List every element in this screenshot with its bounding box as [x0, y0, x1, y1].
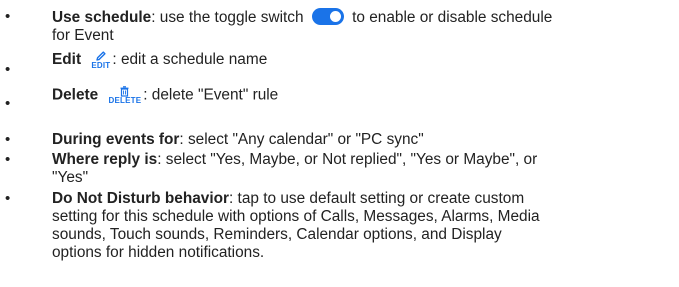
- bullet-list: • Use schedule: use the toggle switch to…: [0, 0, 679, 287]
- bullet: •: [5, 8, 11, 25]
- term-where-reply: Where reply is: [52, 151, 158, 168]
- term-use-schedule: Use schedule: [52, 9, 152, 26]
- item-text: Delete DELETE : delete "Event" rule: [52, 86, 672, 105]
- desc-where-reply-line2: "Yes": [52, 169, 89, 186]
- desc-edit: : edit a schedule name: [112, 51, 268, 69]
- bullet: •: [5, 190, 11, 207]
- term-edit: Edit: [52, 51, 82, 69]
- item-text: Where reply is: select "Yes, Maybe, or N…: [52, 151, 672, 187]
- item-text: Use schedule: use the toggle switch to e…: [52, 8, 672, 45]
- item-text: Edit EDIT : edit a schedule name: [52, 50, 672, 70]
- desc-during-events: : select "Any calendar" or "PC sync": [179, 131, 424, 148]
- term-during-events: During events for: [52, 131, 180, 148]
- edit-caption: EDIT: [91, 61, 111, 70]
- delete-caption: DELETE: [108, 96, 142, 105]
- bullet: •: [5, 151, 11, 168]
- desc-where-reply: : select "Yes, Maybe, or Not replied", "…: [157, 151, 538, 168]
- toggle-switch-icon: [311, 8, 344, 25]
- desc-use-schedule-pre: : use the toggle switch: [151, 9, 304, 26]
- item-text: During events for: select "Any calendar"…: [52, 131, 672, 149]
- edit-button: EDIT: [91, 50, 110, 70]
- desc-dnd-line2: setting for this schedule with options o…: [52, 208, 540, 225]
- bullet: •: [5, 61, 11, 78]
- desc-dnd-line4: options for hidden notifications.: [52, 244, 265, 261]
- desc-dnd-line3: sounds, Touch sounds, Reminders, Calenda…: [52, 226, 502, 243]
- bullet: •: [5, 131, 11, 148]
- item-text: Do Not Disturb behavior: tap to use defa…: [52, 190, 672, 262]
- term-delete: Delete: [52, 86, 99, 104]
- desc-use-schedule-line2: for Event: [52, 27, 114, 44]
- delete-button: DELETE: [108, 86, 141, 105]
- desc-delete: : delete "Event" rule: [143, 86, 279, 104]
- bullet: •: [5, 95, 11, 112]
- desc-use-schedule-post: to enable or disable schedule: [352, 9, 553, 26]
- desc-dnd-behavior: : tap to use default setting or create c…: [229, 190, 525, 207]
- term-dnd-behavior: Do Not Disturb behavior: [52, 190, 229, 207]
